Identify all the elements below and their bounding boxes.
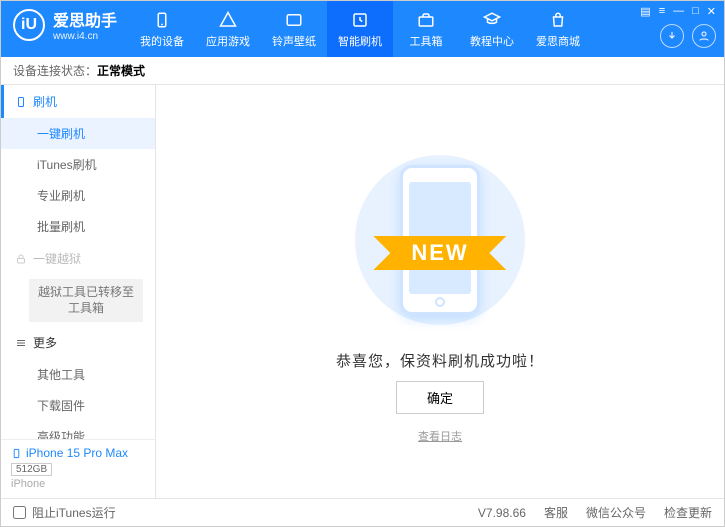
main-content: NEW 恭喜您，保资料刷机成功啦！ 确定 查看日志 (156, 85, 724, 498)
check-update-link[interactable]: 检查更新 (664, 504, 712, 521)
flash-icon (350, 10, 370, 30)
phone-small-icon (11, 448, 22, 459)
view-log-link[interactable]: 查看日志 (418, 428, 462, 444)
device-name: iPhone 15 Pro Max (11, 446, 145, 460)
nav-store[interactable]: 爱思商城 (525, 1, 591, 57)
sidebar-item-itunes-flash[interactable]: iTunes刷机 (1, 149, 155, 180)
sidebar-item-onekey-flash[interactable]: 一键刷机 (1, 118, 155, 149)
nav-label: 爱思商城 (536, 33, 580, 49)
sidebar-section-flash[interactable]: 刷机 (1, 85, 155, 118)
customer-service-link[interactable]: 客服 (544, 504, 568, 521)
sidebar: 刷机 一键刷机 iTunes刷机 专业刷机 批量刷机 一键越狱 越狱工具已转移至… (1, 85, 156, 498)
lock-icon (15, 253, 27, 265)
sidebar-section-more[interactable]: 更多 (1, 326, 155, 359)
app-header: iU 爱思助手 www.i4.cn 我的设备 应用游戏 铃声壁纸 智能刷机 工具… (1, 1, 724, 57)
sidebar-item-download-firmware[interactable]: 下载固件 (1, 390, 155, 421)
store-icon (548, 10, 568, 30)
top-nav: 我的设备 应用游戏 铃声壁纸 智能刷机 工具箱 教程中心 爱思商城 (129, 1, 632, 57)
nav-ringtones[interactable]: 铃声壁纸 (261, 1, 327, 57)
section-label: 更多 (33, 334, 57, 351)
sidebar-section-jailbreak: 一键越狱 (1, 242, 155, 275)
brand-logo-icon: iU (13, 9, 45, 41)
close-icon[interactable]: ✕ (707, 5, 716, 18)
sidebar-device-info[interactable]: iPhone 15 Pro Max 512GB iPhone (1, 439, 155, 498)
status-bar: 设备连接状态： 正常模式 (1, 57, 724, 85)
maximize-icon[interactable]: □ (692, 5, 699, 18)
sidebar-item-advanced[interactable]: 高级功能 (1, 421, 155, 439)
new-ribbon: NEW (391, 236, 488, 270)
nav-label: 工具箱 (410, 33, 443, 49)
sidebar-item-pro-flash[interactable]: 专业刷机 (1, 180, 155, 211)
nav-label: 我的设备 (140, 33, 184, 49)
checkbox-label: 阻止iTunes运行 (32, 504, 116, 521)
status-mode: 正常模式 (97, 62, 145, 79)
nav-label: 智能刷机 (338, 33, 382, 49)
menu-icon[interactable]: ▤ (640, 5, 650, 18)
window-controls: ▤ ≡ — □ ✕ (640, 5, 716, 18)
nav-my-device[interactable]: 我的设备 (129, 1, 195, 57)
nav-apps-games[interactable]: 应用游戏 (195, 1, 261, 57)
device-type: iPhone (11, 478, 145, 490)
user-icon[interactable] (692, 24, 716, 48)
brand: iU 爱思助手 www.i4.cn (1, 1, 129, 48)
ok-button[interactable]: 确定 (396, 381, 484, 414)
nav-label: 应用游戏 (206, 33, 250, 49)
nav-toolbox[interactable]: 工具箱 (393, 1, 459, 57)
sidebar-item-batch-flash[interactable]: 批量刷机 (1, 211, 155, 242)
device-icon (152, 10, 172, 30)
brand-name: 爱思助手 (53, 7, 117, 31)
image-icon (284, 10, 304, 30)
section-label: 刷机 (33, 93, 57, 110)
version-label: V7.98.66 (478, 506, 526, 520)
nav-label: 教程中心 (470, 33, 514, 49)
nav-label: 铃声壁纸 (272, 33, 316, 49)
block-itunes-checkbox[interactable]: 阻止iTunes运行 (13, 504, 116, 521)
wechat-link[interactable]: 微信公众号 (586, 504, 646, 521)
skin-icon[interactable]: ≡ (659, 5, 665, 18)
status-prefix: 设备连接状态： (13, 62, 97, 79)
success-message: 恭喜您，保资料刷机成功啦！ (336, 350, 544, 371)
list-icon (15, 337, 27, 349)
brand-url: www.i4.cn (53, 31, 117, 42)
section-label: 一键越狱 (33, 250, 81, 267)
sidebar-item-other-tools[interactable]: 其他工具 (1, 359, 155, 390)
nav-smart-flash[interactable]: 智能刷机 (327, 1, 393, 57)
footer: 阻止iTunes运行 V7.98.66 客服 微信公众号 检查更新 (1, 498, 724, 526)
device-storage: 512GB (11, 463, 52, 476)
sidebar-jailbreak-note[interactable]: 越狱工具已转移至工具箱 (29, 279, 143, 322)
minimize-icon[interactable]: — (673, 5, 684, 18)
success-illustration: NEW (340, 140, 540, 340)
toolbox-icon (416, 10, 436, 30)
apps-icon (218, 10, 238, 30)
nav-tutorials[interactable]: 教程中心 (459, 1, 525, 57)
tutorial-icon (482, 10, 502, 30)
phone-icon (15, 96, 27, 108)
download-icon[interactable] (660, 24, 684, 48)
